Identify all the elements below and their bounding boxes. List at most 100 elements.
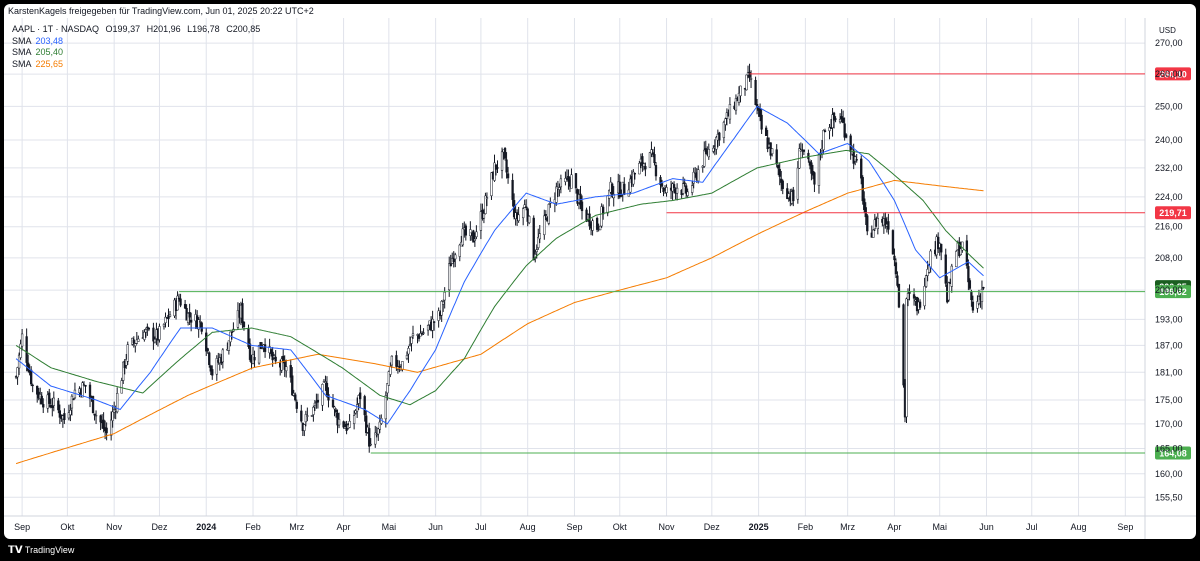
candle-body [574,173,578,189]
candle-body [120,380,123,394]
candle-body [823,130,827,132]
x-tick-label: Mrz [840,522,855,532]
candle-body [147,327,151,330]
candle-body [660,183,664,187]
candle-body [718,132,721,141]
candle-body [426,325,430,331]
candle-body [525,206,528,209]
candle-body [982,287,985,289]
candle-body [844,134,848,138]
candle-body [559,178,563,188]
x-tick-label: Dez [704,522,721,532]
candle-body [105,427,108,434]
candle-body [897,284,901,308]
tradingview-logo-icon[interactable]: 𝗧𝗩 [8,540,23,561]
candle-body [860,158,863,179]
price-level-label: 219,71 [1159,208,1187,218]
y-tick-label: 193,00 [1155,314,1183,324]
candle-body [473,238,477,241]
candle-body [697,169,700,182]
candle-body [221,349,224,363]
x-tick-label: Apr [887,522,901,532]
legend-sma-row[interactable]: SMA 203,48 [12,36,264,48]
candle-body [817,153,821,186]
candle-body [449,263,452,267]
y-tick-label: 260,00 [1155,69,1183,79]
candle-body [63,413,66,420]
candle-body [528,216,531,224]
y-tick-label: 200,00 [1155,285,1183,295]
candle-body [93,413,96,416]
legend-sma-row[interactable]: SMA 205,40 [12,47,264,59]
candle-body [432,321,436,323]
candle-body [672,184,676,189]
candle-body [654,165,658,177]
candle-body [703,149,706,167]
candle-body [665,187,668,194]
candle-body [431,318,434,331]
x-tick-label: Okt [60,522,75,532]
candle-body [544,214,547,216]
candle-body [707,149,710,158]
candle-body [906,293,910,300]
x-tick-label: 2025 [749,522,769,532]
legend-sma-value: 225,65 [35,58,64,69]
candle-body [739,85,742,97]
x-tick-label: Aug [520,522,536,532]
candle-body [144,329,148,333]
candle-body [206,348,209,351]
x-tick-label: Jun [428,522,443,532]
candle-body [375,433,378,436]
x-tick-label: Nov [659,522,676,532]
candle-body [200,322,203,332]
candle-body [872,229,875,238]
candle-body [496,167,499,169]
candle-body [70,395,74,409]
candle-body [838,119,842,123]
y-tick-label: 165,00 [1155,443,1183,453]
candle-body [778,168,781,177]
candle-body [291,375,294,396]
tradingview-brand[interactable]: TradingView [25,545,75,555]
candle-body [547,203,550,224]
x-tick-label: Aug [1071,522,1087,532]
candle-body [183,304,187,309]
legend-sma-label: SMA [12,35,32,46]
candle-body [448,263,451,291]
candle-body [359,392,362,400]
candle-body [199,320,202,323]
candle-body [153,339,157,343]
candle-body [929,250,932,268]
candle-body [321,384,324,406]
candle-body [411,333,415,337]
legend-high: H201,96 [146,24,181,34]
candle-body [564,178,567,182]
legend-sma-row[interactable]: SMA 225,65 [12,59,264,71]
y-tick-label: 250,00 [1155,101,1183,111]
candle-body [384,395,387,420]
candle-body [253,357,256,361]
candle-body [51,405,54,408]
candle-body [110,419,113,436]
candle-body [980,288,984,302]
y-tick-label: 175,00 [1155,395,1183,405]
candle-body [754,79,757,106]
candle-body [555,186,558,203]
candle-body [855,159,858,161]
candle-body [188,312,191,318]
x-tick-label: Jul [475,522,487,532]
candle-body [263,344,267,352]
candle-body [675,187,679,194]
candle-body [274,356,277,362]
candle-body [461,228,464,246]
candle-body [158,326,161,340]
x-tick-label: Nov [106,522,123,532]
candle-body [891,230,895,255]
candle-body [312,407,315,415]
price-chart[interactable]: 260,10219,71200,85199,62164,08270,00260,… [4,4,1196,539]
candle-body [390,355,394,366]
candle-body [99,415,102,423]
candle-body [241,303,244,324]
legend-symbol: AAPL · 1T · NASDAQ [12,24,100,34]
candle-body [168,314,172,317]
